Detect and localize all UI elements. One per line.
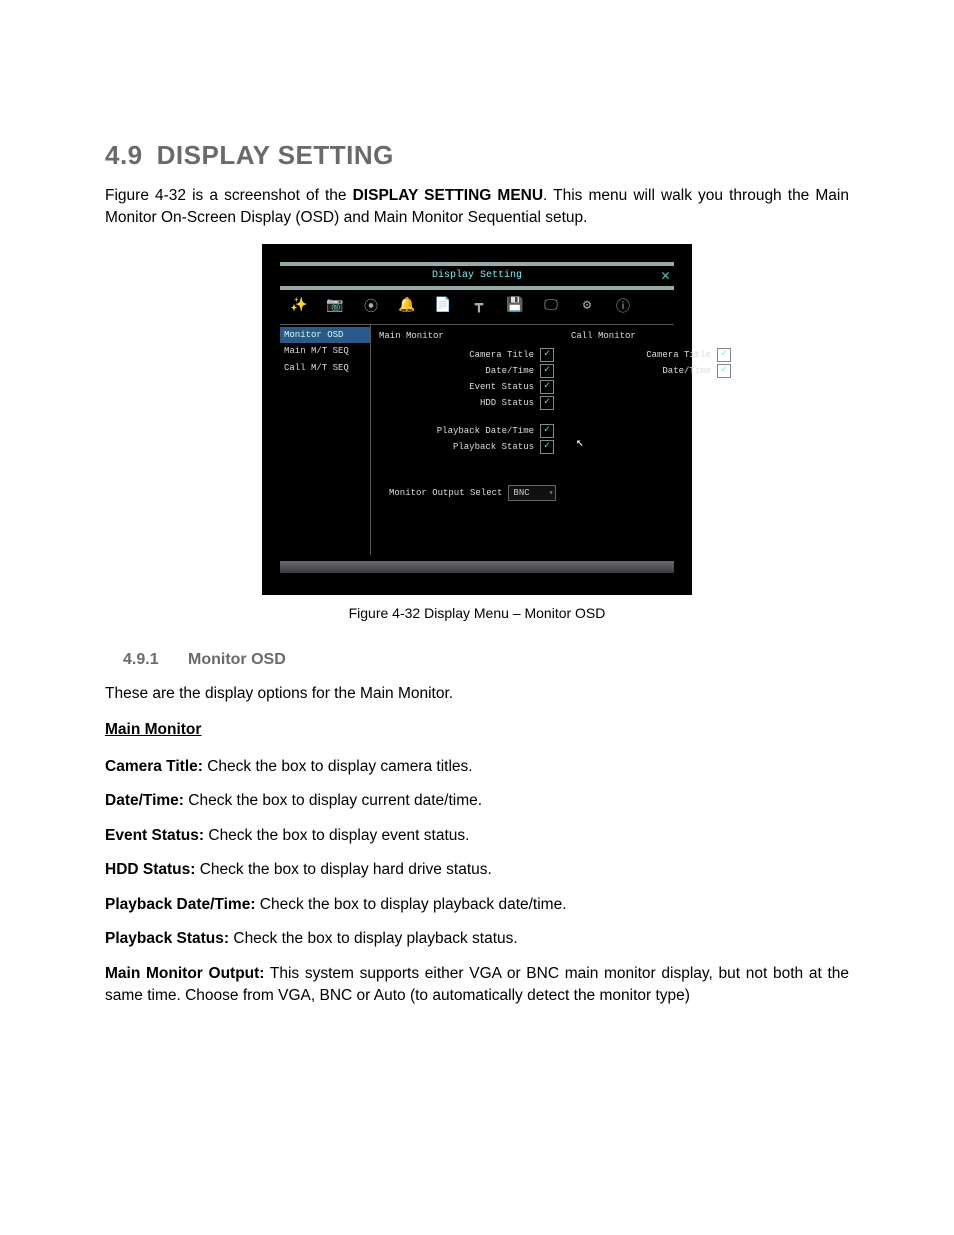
group-header: Main Monitor [105,719,849,741]
definition-text: Check the box to display camera titles. [203,758,473,775]
sidebar-item-monitor-osd[interactable]: Monitor OSD [280,327,370,343]
definition-text: Check the box to display hard drive stat… [195,861,491,878]
checkbox-event-status[interactable]: ✓ [540,380,554,394]
definition-text: Check the box to display playback status… [229,930,518,947]
definition-term: Event Status: [105,827,204,844]
system-icon[interactable]: ⚙ [576,296,598,316]
row-label: Playback Status [453,442,534,452]
group-header-text: Main Monitor [105,721,201,738]
sidebar-item-call-seq[interactable]: Call M/T SEQ [280,360,370,376]
file-icon[interactable]: 📄 [432,296,454,316]
camera-icon[interactable]: 📷 [324,296,346,316]
info-icon[interactable]: ⓘ [612,296,634,316]
section-title: DISPLAY SETTING [157,140,394,170]
definition-term: Playback Date/Time: [105,896,255,913]
definition-text: Check the box to display event status. [204,827,469,844]
row-label: Camera Title [469,350,534,360]
alarm-icon[interactable]: 🔔 [396,296,418,316]
sidebar-item-main-seq[interactable]: Main M/T SEQ [280,343,370,359]
main-monitor-header: Main Monitor [379,331,554,341]
definitions-list: Camera Title: Check the box to display c… [105,756,849,1008]
settings-panel: Main Monitor Camera Title ✓ Date/Time ✓ Ev… [371,325,674,555]
row-label: Playback Date/Time [437,426,534,436]
intro-prefix: Figure 4-32 is a screenshot of the [105,187,353,204]
definition-term: Date/Time: [105,792,184,809]
row-label: HDD Status [480,398,534,408]
call-monitor-header: Call Monitor [571,331,731,341]
wizard-icon[interactable]: ✨ [288,296,310,316]
figure-caption: Figure 4-32 Display Menu – Monitor OSD [105,605,849,621]
drive-icon[interactable]: 💾 [504,296,526,316]
window-title: Display Setting [432,270,522,281]
definition-item: Main Monitor Output: This system support… [105,963,849,1008]
subsection-number: 4.9.1 [123,651,188,669]
definition-term: Camera Title: [105,758,203,775]
row-label: Event Status [469,382,534,392]
definition-term: Main Monitor Output: [105,965,264,982]
definition-term: Playback Status: [105,930,229,947]
subsection-intro: These are the display options for the Ma… [105,683,849,705]
definition-term: HDD Status: [105,861,195,878]
intro-bold: DISPLAY SETTING MENU [353,187,543,204]
subsection-title: Monitor OSD [188,651,286,668]
network-icon[interactable]: ┳ [468,296,490,316]
cursor-icon: ↖ [576,435,584,450]
intro-paragraph: Figure 4-32 is a screenshot of the DISPL… [105,185,849,230]
monitor-output-label: Monitor Output Select [389,488,502,498]
definition-item: Playback Status: Check the box to displa… [105,928,849,950]
section-number: 4.9 [105,140,143,170]
screenshot-figure: Display Setting ✕ ✨ 📷 ⦿ 🔔 📄 ┳ 💾 🖵 ⚙ ⓘ Mo… [262,244,692,595]
definition-text: Check the box to display playback date/t… [255,896,566,913]
checkbox-hdd-status[interactable]: ✓ [540,396,554,410]
close-icon[interactable]: ✕ [661,266,670,285]
section-heading: 4.9 DISPLAY SETTING [105,140,849,171]
display-icon[interactable]: 🖵 [540,296,562,316]
definition-item: Event Status: Check the box to display e… [105,825,849,847]
sidebar: Monitor OSD Main M/T SEQ Call M/T SEQ [280,325,371,555]
checkbox-call-date-time[interactable]: ✓ [717,364,731,378]
definition-item: HDD Status: Check the box to display har… [105,859,849,881]
checkbox-date-time[interactable]: ✓ [540,364,554,378]
checkbox-camera-title[interactable]: ✓ [540,348,554,362]
checkbox-playback-status[interactable]: ✓ [540,440,554,454]
toolbar: ✨ 📷 ⦿ 🔔 📄 ┳ 💾 🖵 ⚙ ⓘ [280,290,674,325]
window-footer-bar [280,561,674,573]
definition-item: Playback Date/Time: Check the box to dis… [105,894,849,916]
monitor-output-select[interactable]: BNC [508,485,556,501]
row-label: Camera Title [646,350,711,360]
definition-text: Check the box to display current date/ti… [184,792,482,809]
row-label: Date/Time [485,366,534,376]
definition-item: Camera Title: Check the box to display c… [105,756,849,778]
checkbox-call-camera-title[interactable]: ✓ [717,348,731,362]
definition-item: Date/Time: Check the box to display curr… [105,790,849,812]
checkbox-playback-date[interactable]: ✓ [540,424,554,438]
record-icon[interactable]: ⦿ [360,296,382,316]
subsection-heading: 4.9.1Monitor OSD [123,651,849,669]
row-label: Date/Time [662,366,711,376]
